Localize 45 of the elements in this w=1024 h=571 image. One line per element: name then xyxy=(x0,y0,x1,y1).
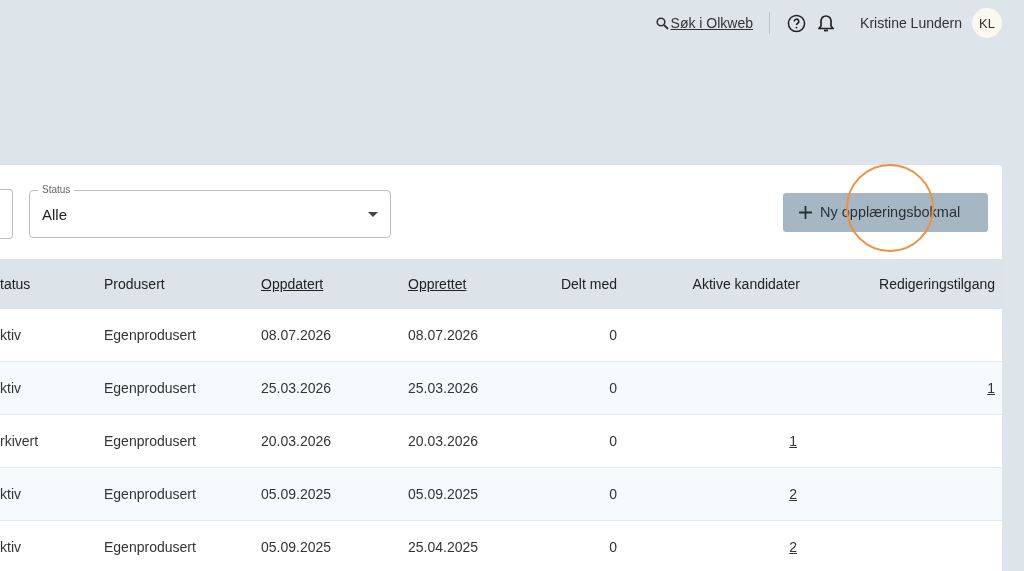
table-cell: 25.04.2025 xyxy=(408,539,479,555)
table-cell: rkivert xyxy=(0,433,39,449)
table-cell: 08.07.2026 xyxy=(408,327,479,343)
table-cell: ktiv xyxy=(0,380,21,396)
bell-icon[interactable] xyxy=(816,13,837,33)
table-cell: 0 xyxy=(609,433,617,449)
user-avatar[interactable]: KL xyxy=(972,8,1002,38)
table-cell: 0 xyxy=(609,539,617,555)
plus-icon xyxy=(799,205,812,219)
table-cell: 20.03.2026 xyxy=(261,433,332,449)
column-header[interactable]: Oppdatert xyxy=(241,259,388,309)
table-cell: Egenprodusert xyxy=(104,327,196,343)
table-cell: Egenprodusert xyxy=(104,380,196,396)
count-link[interactable]: 1 xyxy=(987,380,995,396)
table-cell: 0 xyxy=(609,486,617,502)
column-header: tatus xyxy=(0,259,84,309)
table-cell: 0 xyxy=(609,327,617,343)
table-cell: ktiv xyxy=(0,539,21,555)
column-header[interactable]: Opprettet xyxy=(388,259,518,309)
table-cell: Egenprodusert xyxy=(104,433,196,449)
column-header: Produsert xyxy=(84,259,241,309)
table-cell: ktiv xyxy=(0,327,21,343)
table-cell: 05.09.2025 xyxy=(261,486,332,502)
table-cell: 25.03.2026 xyxy=(408,380,479,396)
table-cell: 25.03.2026 xyxy=(261,380,332,396)
user-name: Kristine Lundern xyxy=(860,15,962,31)
table-cell: 05.09.2025 xyxy=(261,539,332,555)
status-select[interactable]: Status Alle xyxy=(29,184,391,238)
table-cell: 08.07.2026 xyxy=(261,327,332,343)
table-cell: 05.09.2025 xyxy=(408,486,479,502)
table-cell: ktiv xyxy=(0,486,21,502)
dropdown-caret-icon xyxy=(368,211,378,217)
count-link[interactable]: 2 xyxy=(789,539,797,555)
count-link[interactable]: 2 xyxy=(789,486,797,502)
table-cell: 20.03.2026 xyxy=(408,433,479,449)
search-link[interactable]: Søk i Olkweb xyxy=(655,15,754,31)
column-header: Aktive kandidater xyxy=(627,259,810,309)
table-cell: 0 xyxy=(609,380,617,396)
column-header: Delt med xyxy=(518,259,627,309)
table-cell: Egenprodusert xyxy=(104,486,196,502)
column-header: Redigeringstilgang xyxy=(810,259,1002,309)
table-cell: Egenprodusert xyxy=(104,539,196,555)
help-icon[interactable] xyxy=(786,13,807,33)
search-icon xyxy=(655,16,669,30)
count-link[interactable]: 1 xyxy=(789,433,797,449)
